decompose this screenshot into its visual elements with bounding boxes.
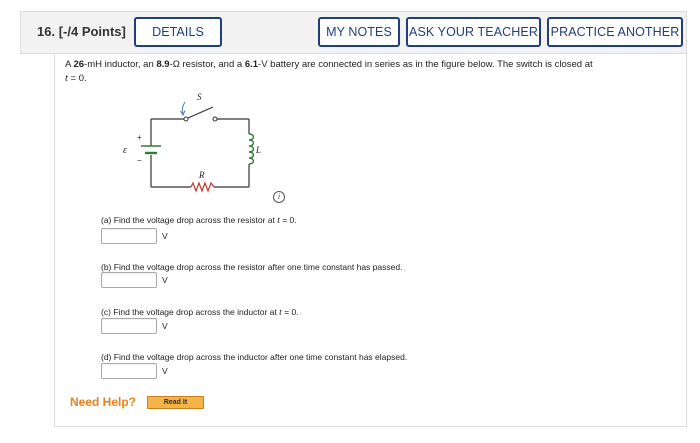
details-button[interactable]: DETAILS [134,17,222,47]
part-b-unit: V [162,275,168,285]
question-index: 16. [37,24,56,39]
inductance-value: 26 [73,59,85,70]
practice-another-button[interactable]: PRACTICE ANOTHER [547,17,683,47]
part-d-answer-input[interactable] [101,363,157,379]
resistance-value: 8.9 [156,59,170,70]
part-b-answer-input[interactable] [101,272,157,288]
switch: S [180,92,218,122]
question-body: A 26-mH inductor, an 8.9-Ω resistor, and… [54,54,687,427]
my-notes-button[interactable]: MY NOTES [318,17,400,47]
part-c-unit: V [162,321,168,331]
part-a-answer-input[interactable] [101,228,157,244]
part-b-answer-row: V [101,272,168,288]
read-it-button[interactable]: Read It [147,396,204,409]
ask-teacher-button[interactable]: ASK YOUR TEACHER [406,17,541,47]
part-a-prompt: (a) Find the voltage drop across the res… [101,215,297,226]
switch-label: S [197,92,202,102]
question-points: [-/4 Points] [58,24,126,39]
info-icon[interactable]: i [273,191,285,203]
battery: + − ε [123,133,161,165]
problem-statement: A 26-mH inductor, an 8.9-Ω resistor, and… [65,59,593,84]
part-d-unit: V [162,366,168,376]
inductor-label: L [255,145,261,155]
part-d-answer-row: V [101,363,168,379]
question-number: 16. [-/4 Points] [37,24,126,39]
question-header: 16. [-/4 Points] DETAILS MY NOTES ASK YO… [20,11,687,54]
voltage-value: 6.1 [244,59,259,70]
part-a-answer-row: V [101,228,168,244]
part-a-unit: V [162,231,168,241]
part-c-answer-row: V [101,318,168,334]
battery-minus: − [137,156,142,165]
part-c-answer-input[interactable] [101,318,157,334]
battery-plus: + [137,133,142,142]
need-help-label: Need Help? [70,395,137,409]
circuit-diagram: S + − ε R L [123,92,261,193]
resistor: R [190,170,215,193]
part-c-prompt: (c) Find the voltage drop across the ind… [101,307,299,318]
resistor-label: R [198,170,205,180]
emf-label: ε [123,145,127,156]
inductor: L [248,133,261,165]
part-d-prompt: (d) Find the voltage drop across the ind… [101,352,408,362]
